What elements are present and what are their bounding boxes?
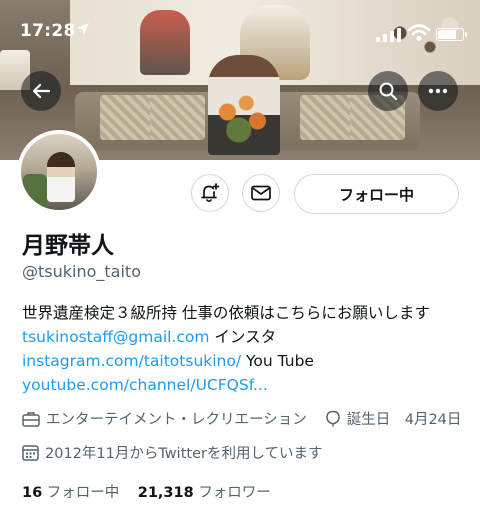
bio-youtube-link[interactable]: youtube.com/channel/UCFQSf... <box>22 376 268 394</box>
wifi-icon <box>408 24 430 41</box>
notify-button[interactable] <box>191 174 229 212</box>
bio-text: インスタ <box>209 328 277 346</box>
bio-text: 世界遺産検定３級所持 仕事の依頼はこちらにお願いします <box>22 304 430 322</box>
briefcase-icon <box>22 411 40 427</box>
profile-joined: 2012年11月からTwitterを利用しています <box>45 446 323 462</box>
profile-category: エンターテイメント・レクリエーション <box>46 412 307 428</box>
followers-count: 21,318 <box>137 485 194 501</box>
location-arrow-icon <box>76 22 90 40</box>
profile-bio: 世界遺産検定３級所持 仕事の依頼はこちらにお願いします tsukinostaff… <box>22 301 462 397</box>
battery-level <box>438 30 457 39</box>
banner-pillow <box>150 95 205 140</box>
bio-email-link[interactable]: tsukinostaff@gmail.com <box>22 328 209 346</box>
banner-pillow <box>100 95 155 140</box>
following-label: フォロー中 <box>46 485 120 501</box>
profile-handle: @tsukino_taito <box>22 262 141 281</box>
bio-instagram-link[interactable]: instagram.com/taitotsukino/ <box>22 352 241 370</box>
battery-icon <box>436 28 467 41</box>
avatar[interactable] <box>17 130 101 214</box>
envelope-icon <box>251 185 271 201</box>
more-icon <box>428 88 448 94</box>
back-button[interactable] <box>21 71 61 111</box>
balloon-icon <box>325 410 340 426</box>
more-button[interactable] <box>418 71 458 111</box>
profile-meta-row: エンターテイメント・レクリエーション 誕生日 4月24日 <box>22 408 461 429</box>
calendar-icon <box>22 445 39 461</box>
banner-flowers <box>205 88 280 148</box>
search-button[interactable] <box>368 71 408 111</box>
following-count: 16 <box>22 485 43 501</box>
followers-label: フォロワー <box>198 485 271 501</box>
avatar-plant <box>23 174 47 210</box>
cellular-signal-icon <box>376 28 401 42</box>
bell-plus-icon <box>201 183 220 203</box>
status-bar: 17:28 <box>0 0 480 60</box>
follow-counts: 16 フォロー中 21,318 フォロワー <box>22 481 271 502</box>
banner-pillow <box>300 95 355 140</box>
followers-link[interactable]: 21,318 フォロワー <box>138 485 271 501</box>
avatar-person <box>47 152 75 202</box>
profile-birthday: 誕生日 4月24日 <box>346 412 462 428</box>
status-time: 17:28 <box>20 21 76 41</box>
profile-name: 月野帯人 <box>22 233 114 259</box>
search-icon <box>379 82 398 101</box>
following-button[interactable]: フォロー中 <box>294 174 459 214</box>
bio-text: You Tube <box>241 352 314 370</box>
back-arrow-icon <box>32 83 51 99</box>
profile-joined-row: 2012年11月からTwitterを利用しています <box>22 442 323 463</box>
following-link[interactable]: 16 フォロー中 <box>22 485 119 501</box>
message-button[interactable] <box>242 174 280 212</box>
